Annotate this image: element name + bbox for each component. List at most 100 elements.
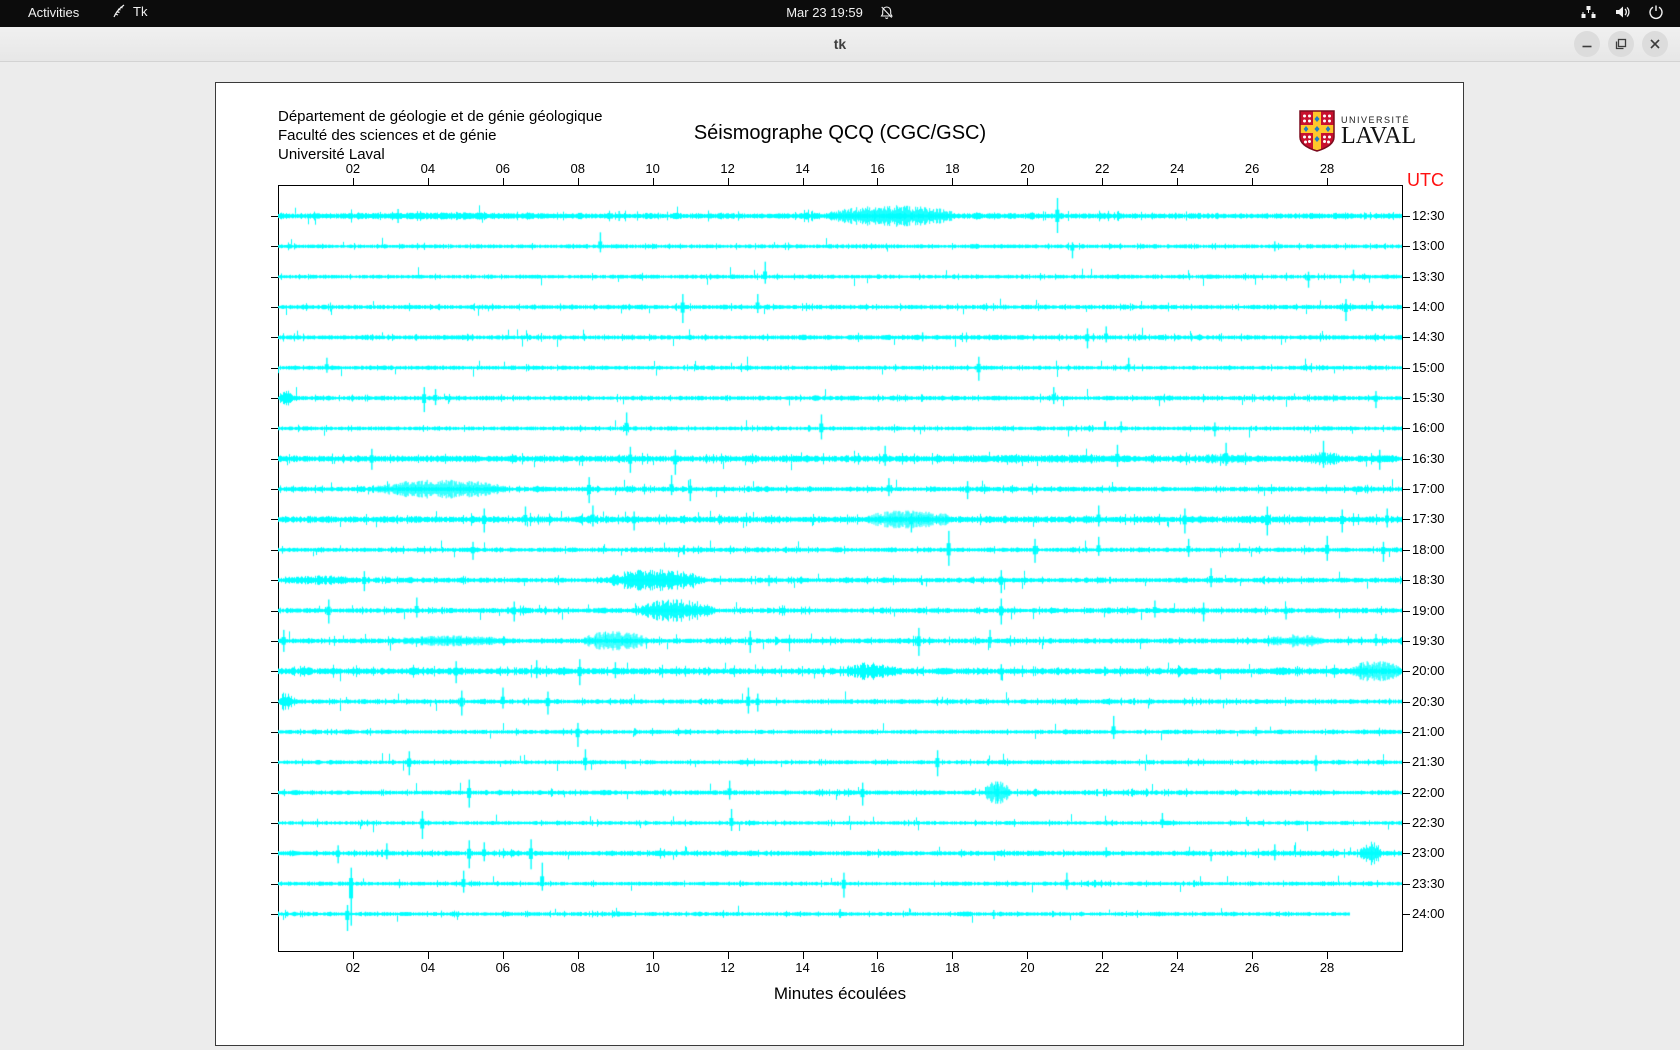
x-tick-top	[1102, 178, 1103, 185]
x-tick-top	[428, 178, 429, 185]
x-tick-top	[952, 178, 953, 185]
power-icon	[1648, 4, 1664, 20]
x-tick-label-bottom: 26	[1236, 960, 1268, 975]
volume-icon	[1614, 4, 1631, 20]
trace-time-label: 23:30	[1412, 876, 1445, 891]
seismogram-canvas	[278, 185, 1402, 951]
seismograph-panel: Département de géologie et de génie géol…	[215, 82, 1464, 1046]
x-tick-top	[877, 178, 878, 185]
trace-tick-left	[271, 793, 278, 794]
trace-time-label: 17:30	[1412, 511, 1445, 526]
x-tick-label-bottom: 22	[1086, 960, 1118, 975]
maximize-button[interactable]	[1608, 31, 1634, 57]
x-tick-label-top: 04	[412, 161, 444, 176]
trace-time-label: 19:00	[1412, 603, 1445, 618]
x-tick-bottom	[728, 952, 729, 959]
x-tick-bottom	[1327, 952, 1328, 959]
trace-tick-right	[1403, 762, 1410, 763]
x-tick-label-top: 20	[1011, 161, 1043, 176]
x-tick-label-top: 08	[562, 161, 594, 176]
trace-tick-left	[271, 428, 278, 429]
x-tick-top	[353, 178, 354, 185]
utc-axis-label: UTC	[1407, 170, 1444, 191]
trace-time-label: 19:30	[1412, 633, 1445, 648]
trace-tick-right	[1403, 337, 1410, 338]
trace-tick-right	[1403, 823, 1410, 824]
x-tick-top	[803, 178, 804, 185]
x-tick-top	[503, 178, 504, 185]
trace-time-label: 15:00	[1412, 360, 1445, 375]
trace-tick-right	[1403, 489, 1410, 490]
x-tick-label-bottom: 08	[562, 960, 594, 975]
trace-tick-left	[271, 337, 278, 338]
gnome-top-bar: Activities Tk Mar 23 19:59	[0, 0, 1680, 27]
trace-tick-left	[271, 246, 278, 247]
x-tick-top	[1327, 178, 1328, 185]
x-tick-label-top: 14	[787, 161, 819, 176]
trace-time-label: 16:30	[1412, 451, 1445, 466]
close-button[interactable]	[1642, 31, 1668, 57]
logo-laval-text: LAVAL	[1341, 125, 1416, 147]
x-tick-top	[1177, 178, 1178, 185]
x-tick-top	[728, 178, 729, 185]
trace-time-label: 13:30	[1412, 269, 1445, 284]
x-tick-bottom	[1027, 952, 1028, 959]
trace-tick-right	[1403, 914, 1410, 915]
window-controls	[1574, 31, 1668, 57]
universite-laval-logo: UNIVERSITÉ LAVAL	[1299, 110, 1416, 157]
clock-menu[interactable]: Mar 23 19:59	[786, 5, 894, 20]
x-tick-label-top: 12	[712, 161, 744, 176]
x-tick-label-bottom: 16	[861, 960, 893, 975]
x-tick-label-top: 22	[1086, 161, 1118, 176]
x-tick-top	[1252, 178, 1253, 185]
trace-tick-right	[1403, 580, 1410, 581]
trace-tick-left	[271, 216, 278, 217]
trace-tick-left	[271, 823, 278, 824]
minimize-button[interactable]	[1574, 31, 1600, 57]
x-tick-bottom	[803, 952, 804, 959]
trace-tick-left	[271, 307, 278, 308]
x-tick-bottom	[503, 952, 504, 959]
x-tick-label-bottom: 06	[487, 960, 519, 975]
x-tick-label-bottom: 20	[1011, 960, 1043, 975]
trace-tick-right	[1403, 793, 1410, 794]
x-tick-bottom	[877, 952, 878, 959]
trace-tick-left	[271, 762, 278, 763]
trace-tick-left	[271, 884, 278, 885]
x-axis-title: Minutes écoulées	[565, 984, 1115, 1004]
trace-tick-left	[271, 914, 278, 915]
trace-tick-left	[271, 398, 278, 399]
activities-button[interactable]: Activities	[28, 5, 79, 20]
x-tick-label-bottom: 02	[337, 960, 369, 975]
x-tick-bottom	[578, 952, 579, 959]
header-line-1: Département de géologie et de génie géol…	[278, 107, 602, 126]
trace-tick-left	[271, 368, 278, 369]
trace-tick-right	[1403, 611, 1410, 612]
trace-time-label: 17:00	[1412, 481, 1445, 496]
trace-tick-left	[271, 459, 278, 460]
department-header: Département de géologie et de génie géol…	[278, 107, 602, 164]
app-indicator-label: Tk	[133, 4, 147, 19]
trace-tick-right	[1403, 459, 1410, 460]
window-titlebar[interactable]: tk	[0, 27, 1680, 62]
trace-time-label: 21:30	[1412, 754, 1445, 769]
x-tick-label-top: 16	[861, 161, 893, 176]
x-tick-label-bottom: 04	[412, 960, 444, 975]
trace-time-label: 22:30	[1412, 815, 1445, 830]
trace-tick-left	[271, 611, 278, 612]
trace-tick-right	[1403, 641, 1410, 642]
trace-time-label: 13:00	[1412, 238, 1445, 253]
system-status-area[interactable]	[1580, 4, 1664, 20]
trace-tick-left	[271, 702, 278, 703]
clock-label: Mar 23 19:59	[786, 5, 863, 20]
trace-time-label: 16:00	[1412, 420, 1445, 435]
x-tick-label-bottom: 10	[637, 960, 669, 975]
trace-tick-left	[271, 277, 278, 278]
x-tick-label-top: 24	[1161, 161, 1193, 176]
trace-tick-left	[271, 519, 278, 520]
x-tick-bottom	[1102, 952, 1103, 959]
app-indicator-tk[interactable]: Tk	[112, 4, 147, 19]
x-tick-bottom	[653, 952, 654, 959]
tk-feather-icon	[112, 4, 126, 19]
x-tick-label-top: 02	[337, 161, 369, 176]
